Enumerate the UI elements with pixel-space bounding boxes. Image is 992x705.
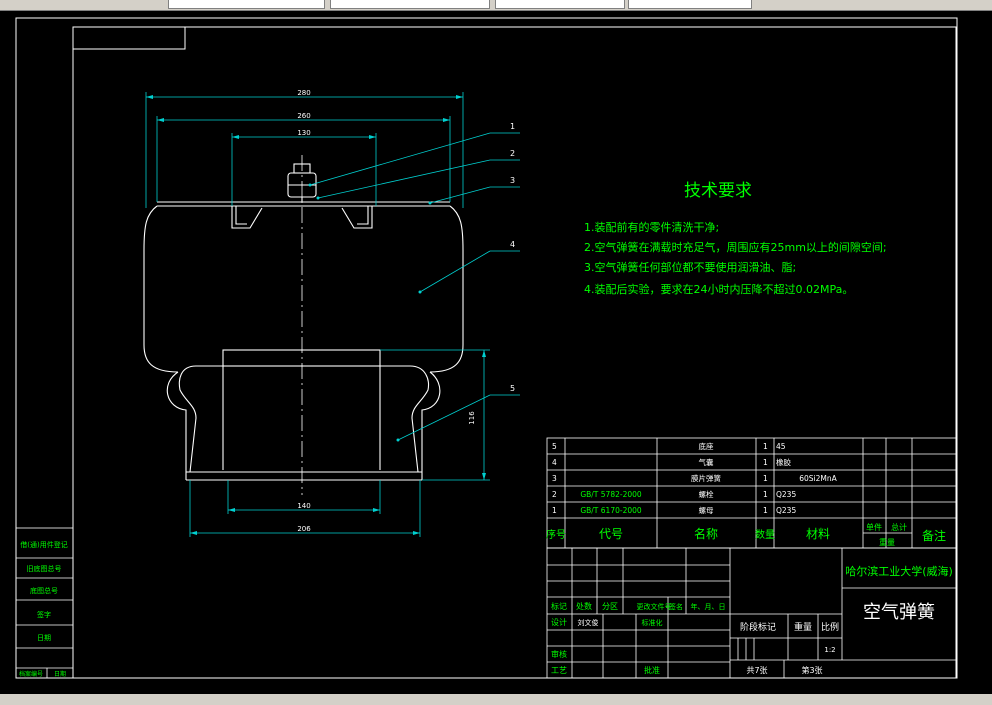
leader-5: 5 [510,384,515,393]
bom-row-1-material: Q235 [776,506,796,515]
tb-label-mark: 标记 [551,601,567,611]
tb-design: 设计 [551,617,567,627]
bom-row-2-name: 螺栓 [699,489,714,499]
leader-4: 4 [510,240,515,249]
bom-row-3-name: 膜片弹簧 [691,473,721,483]
bom-header-code: 代号 [599,527,623,541]
bom-row-3-material: 60Si2MnA [799,474,837,483]
tb-scale: 比例 [821,621,839,633]
tb-label-count: 处数 [576,601,592,611]
leader-dots [308,183,432,442]
tb-process: 工艺 [551,666,567,675]
bom-row-5-name: 底座 [699,441,714,451]
tb-review: 审核 [551,649,567,659]
air-spring-outline [143,163,464,481]
bom-row-2-code: GB/T 5782-2000 [580,490,642,499]
leader-numbers: 1 2 3 4 5 [510,122,515,393]
dim-280: 280 [297,89,310,97]
leader-lines [309,132,520,441]
bom-row-1-qty: 1 [763,506,768,515]
cad-drawing-canvas[interactable]: 借(通)用件登记 旧底图总号 底图总号 签字 日期 档案编号 日期 280 26… [0,10,992,694]
sidebar-archive-date: 日期 [54,670,66,678]
tech-line-2: 2.空气弹簧在满载时充足气，周围应有25mm以上的间隙空间; [584,240,887,254]
dimension-lines [145,92,490,537]
toolbar-field[interactable] [628,0,752,9]
bom-header-total: 总计 [891,522,907,532]
dim-260: 260 [297,112,310,120]
sidebar-archive-number: 档案编号 [19,670,43,678]
tb-school: 哈尔滨工业大学(威海) [845,564,953,578]
bom-header-remark: 备注 [922,528,946,543]
bom-row-2-material: Q235 [776,490,796,499]
tech-title: 技术要求 [684,181,752,201]
toolbar-field[interactable] [495,0,625,9]
sidebar-registry: 借(通)用件登记 旧底图总号 底图总号 签字 日期 档案编号 日期 [15,527,74,679]
tb-label-change-doc: 更改文件号 [637,602,672,611]
sidebar-item-borrowed: 借(通)用件登记 [20,540,67,549]
dimension-arrows [146,95,486,535]
tb-drawing-name: 空气弹簧 [863,602,935,623]
tb-standardize: 标准化 [642,618,663,627]
bom-row-2-no: 2 [552,490,557,499]
tb-designer: 刘文俊 [578,618,599,627]
status-bar [0,694,992,705]
tb-scale-value: 1:2 [824,646,835,654]
bom-header-no: 序号 [546,528,566,541]
toolbar-field[interactable] [168,0,325,9]
tb-approve: 批准 [644,665,660,675]
tech-line-1: 1.装配前有的零件清洗干净; [584,220,719,234]
sidebar-item-signature: 签字 [37,610,51,619]
dim-140: 140 [297,502,310,510]
title-block: 标记 处数 分区 更改文件号 签名 年、月、日 设计 刘文俊 标准化 审核 工艺… [546,547,958,679]
technical-requirements: 技术要求 1.装配前有的零件清洗干净; 2.空气弹簧在满载时充足气，周围应有25… [584,181,887,296]
bom-header-qty: 数量 [755,528,775,541]
bom-row-1-name: 螺母 [699,505,714,515]
bom-row-4-qty: 1 [763,458,768,467]
tb-weight: 重量 [794,621,812,633]
bom-row-2-qty: 1 [763,490,768,499]
tb-stage-mark: 阶段标记 [740,621,776,633]
bom-header-name: 名称 [694,526,718,541]
leader-1: 1 [510,122,515,131]
dim-116: 116 [468,411,476,425]
tech-line-3: 3.空气弹簧任何部位都不要使用润滑油、脂; [584,260,796,274]
bom-row-3-qty: 1 [763,474,768,483]
leader-2: 2 [510,149,515,158]
tb-label-zone: 分区 [602,602,618,611]
tb-sheets: 共7张 [746,666,767,675]
bom-header-weight: 重量 [879,537,895,547]
tb-sheet: 第3张 [801,665,822,675]
bom-row-5-qty: 1 [763,442,768,451]
toolbar-field[interactable] [330,0,490,9]
sidebar-item-old-number: 旧底图总号 [27,564,62,573]
bom-row-4-material: 橡胶 [776,457,791,467]
sidebar-item-date: 日期 [37,634,51,642]
bom-row-4-name: 气囊 [699,457,714,467]
sidebar-item-base-number: 底图总号 [30,586,58,595]
tech-line-4: 4.装配后实验，要求在24小时内压降不超过0.02MPa。 [584,282,853,296]
leader-3: 3 [510,176,515,185]
bom-row-4-no: 4 [552,458,557,467]
bom-header-single: 单件 [866,522,882,532]
bom-header-material: 材料 [806,527,830,541]
bom-row-5-material: 45 [776,442,786,451]
dim-130: 130 [297,129,310,137]
bom-row-1-code: GB/T 6170-2000 [580,506,642,515]
tb-label-sign: 签名 [669,602,683,611]
bom-row-1-no: 1 [552,506,557,515]
bom-table: 5 底座 1 45 4 气囊 1 橡胶 3 膜片弹簧 1 60Si2MnA 2 … [546,437,958,549]
bom-row-5-no: 5 [552,442,557,451]
dim-206: 206 [297,525,311,533]
dimension-values: 280 260 130 140 206 116 [297,89,476,533]
tb-label-date: 年、月、日 [691,602,726,611]
bom-row-3-no: 3 [552,474,557,483]
